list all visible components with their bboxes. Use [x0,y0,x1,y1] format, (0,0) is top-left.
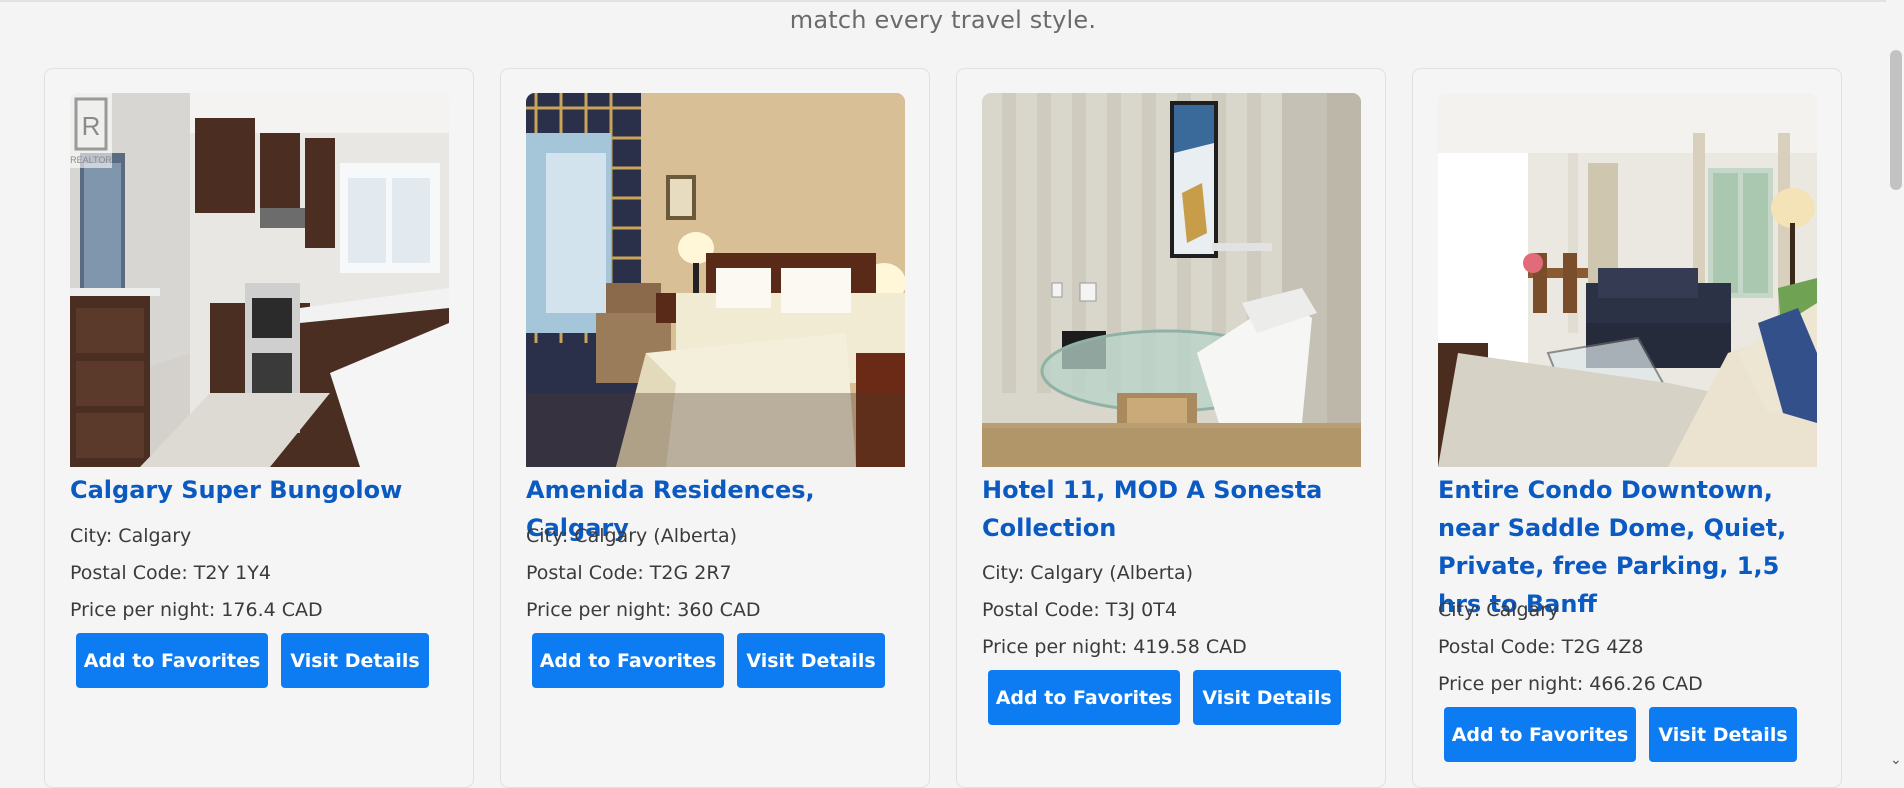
visit-details-button[interactable]: Visit Details [737,633,885,688]
vertical-scrollbar[interactable]: ⌄ [1886,0,1904,771]
listing-image[interactable] [526,93,905,467]
kitchen-photo: R REALTOR [70,93,449,467]
listing-city: City: Calgary [1438,599,1560,621]
listing-price: Price per night: 466.26 CAD [1438,673,1703,695]
listing-postal-code: Postal Code: T3J 0T4 [982,599,1177,621]
listing-image[interactable] [982,93,1361,467]
add-to-favorites-button[interactable]: Add to Favorites [988,670,1180,725]
listing-info: City: Calgary Postal Code: T2G 4Z8 Price… [1438,592,1703,703]
listing-city: City: Calgary (Alberta) [982,562,1194,584]
listing-actions: Add to Favorites Visit Details [76,633,429,688]
top-divider [0,0,1904,2]
listing-card: Entire Condo Downtown, near Saddle Dome,… [1412,68,1842,788]
listing-card: R REALTOR Calgary Super Bungolow City: C… [44,68,474,788]
listing-postal-code: Postal Code: T2G 2R7 [526,562,732,584]
listing-title[interactable]: Hotel 11, MOD A Sonesta Collection [982,471,1367,547]
add-to-favorites-button[interactable]: Add to Favorites [1444,707,1636,762]
add-to-favorites-button[interactable]: Add to Favorites [76,633,268,688]
listing-info: City: Calgary Postal Code: T2Y 1Y4 Price… [70,518,323,629]
visit-details-button[interactable]: Visit Details [1193,670,1341,725]
listing-city: City: Calgary [70,525,192,547]
listing-card: Amenida Residences, Calgary City: Calgar… [500,68,930,788]
condo-living-room-photo [1438,93,1817,467]
listing-price: Price per night: 419.58 CAD [982,636,1247,658]
listing-info: City: Calgary (Alberta) Postal Code: T2G… [526,518,761,629]
hotel-bedroom-photo [526,93,905,467]
listing-title[interactable]: Calgary Super Bungolow [70,471,455,509]
scrollbar-thumb[interactable] [1890,50,1902,190]
listing-postal-code: Postal Code: T2G 4Z8 [1438,636,1644,658]
section-subtitle: match every travel style. [789,6,1097,34]
listing-price: Price per night: 176.4 CAD [70,599,323,621]
realtor-watermark: REALTOR [70,155,112,165]
listing-card: Hotel 11, MOD A Sonesta Collection City:… [956,68,1386,788]
listing-actions: Add to Favorites Visit Details [1444,707,1797,762]
listing-city: City: Calgary (Alberta) [526,525,738,547]
listing-image[interactable]: R REALTOR [70,93,449,467]
listing-actions: Add to Favorites Visit Details [988,670,1341,725]
visit-details-button[interactable]: Visit Details [1649,707,1797,762]
listing-price: Price per night: 360 CAD [526,599,761,621]
hotel-desk-photo [982,93,1361,467]
listing-image[interactable] [1438,93,1817,467]
listing-postal-code: Postal Code: T2Y 1Y4 [70,562,271,584]
scroll-down-arrow-icon[interactable]: ⌄ [1890,753,1902,767]
add-to-favorites-button[interactable]: Add to Favorites [532,633,724,688]
visit-details-button[interactable]: Visit Details [281,633,429,688]
svg-text:R: R [82,111,101,141]
listing-info: City: Calgary (Alberta) Postal Code: T3J… [982,555,1247,666]
listing-actions: Add to Favorites Visit Details [532,633,885,688]
